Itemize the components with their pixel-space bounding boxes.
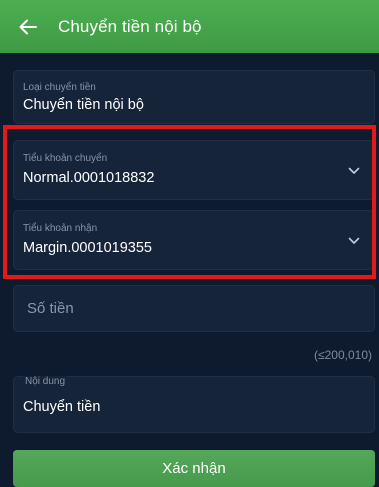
source-account-select[interactable]: Tiểu khoản chuyển Normal.0001018832 <box>13 140 375 200</box>
app-bar: Chuyển tiền nội bộ <box>0 0 379 53</box>
transfer-type-value: Chuyển tiền nội bộ <box>23 97 144 113</box>
amount-placeholder: Số tiền <box>27 300 74 317</box>
page-title: Chuyển tiền nội bộ <box>58 16 202 36</box>
amount-limit: (≤200,010) <box>314 348 372 362</box>
confirm-button[interactable]: Xác nhận <box>13 450 375 487</box>
chevron-down-icon <box>348 235 360 247</box>
content-value: Chuyển tiền <box>23 399 101 415</box>
target-account-label: Tiểu khoản nhận <box>23 223 98 234</box>
target-account-select[interactable]: Tiểu khoản nhận Margin.0001019355 <box>13 210 375 270</box>
transfer-type-label: Loại chuyển tiền <box>23 82 96 93</box>
transfer-type-field: Loại chuyển tiền Chuyển tiền nội bộ <box>13 70 375 124</box>
source-account-value: Normal.0001018832 <box>23 170 155 186</box>
target-account-value: Margin.0001019355 <box>23 240 152 256</box>
transfer-screen: Chuyển tiền nội bộ Loại chuyển tiền Chuy… <box>0 0 379 487</box>
amount-input[interactable]: Số tiền <box>13 285 375 332</box>
back-button[interactable] <box>0 0 56 53</box>
chevron-down-icon <box>348 165 360 177</box>
arrow-left-icon <box>19 19 37 34</box>
content-label: Nội dung <box>23 376 68 387</box>
content-input[interactable]: Nội dung Chuyển tiền <box>13 376 375 433</box>
source-account-label: Tiểu khoản chuyển <box>23 153 108 164</box>
